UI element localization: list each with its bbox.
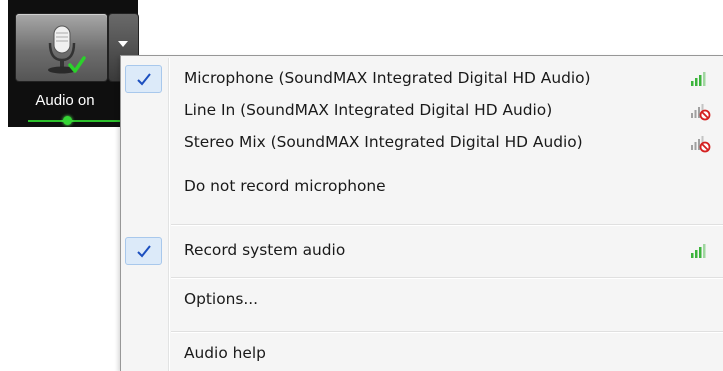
- audio-source-menu: Microphone (SoundMAX Integrated Digital …: [120, 55, 723, 371]
- menu-item-label: Stereo Mix (SoundMAX Integrated Digital …: [184, 133, 583, 151]
- menu-item-audio-help[interactable]: Audio help: [123, 338, 723, 370]
- checkmark-box: [125, 65, 162, 93]
- signal-strength-icon: [691, 72, 706, 86]
- audio-status-label: Audio on: [35, 92, 95, 109]
- muted-signal-icon: [691, 136, 711, 153]
- checkmark-icon: [137, 73, 151, 86]
- microphone-icon: [48, 25, 86, 74]
- dropdown-arrow-icon: [118, 41, 128, 47]
- menu-item-label: Record system audio: [184, 241, 346, 259]
- checkmark-icon: [137, 245, 151, 258]
- menu-separator: [171, 331, 723, 333]
- signal-strength-icon: [691, 244, 706, 258]
- menu-item-line-in[interactable]: Line In (SoundMAX Integrated Digital HD …: [123, 95, 723, 127]
- menu-separator: [171, 277, 723, 279]
- audio-toolbar: Audio on: [8, 0, 138, 127]
- checkmark-box: [125, 237, 162, 265]
- menu-separator: [171, 224, 723, 226]
- menu-item-record-system-audio[interactable]: Record system audio: [123, 235, 723, 267]
- muted-signal-icon: [691, 104, 711, 121]
- menu-item-microphone[interactable]: Microphone (SoundMAX Integrated Digital …: [123, 63, 723, 95]
- audio-toggle-button[interactable]: [16, 14, 107, 81]
- menu-item-stereo-mix[interactable]: Stereo Mix (SoundMAX Integrated Digital …: [123, 127, 723, 159]
- menu-item-do-not-record[interactable]: Do not record microphone: [123, 177, 723, 211]
- menu-item-label: Options...: [184, 290, 259, 308]
- menu-item-label: Do not record microphone: [184, 177, 386, 195]
- menu-item-label: Audio help: [184, 344, 266, 362]
- audio-level-knob[interactable]: [63, 116, 72, 125]
- menu-item-label: Microphone (SoundMAX Integrated Digital …: [184, 69, 591, 87]
- menu-item-label: Line In (SoundMAX Integrated Digital HD …: [184, 101, 553, 119]
- audio-level-slider[interactable]: [28, 120, 128, 122]
- menu-item-options[interactable]: Options...: [123, 284, 723, 316]
